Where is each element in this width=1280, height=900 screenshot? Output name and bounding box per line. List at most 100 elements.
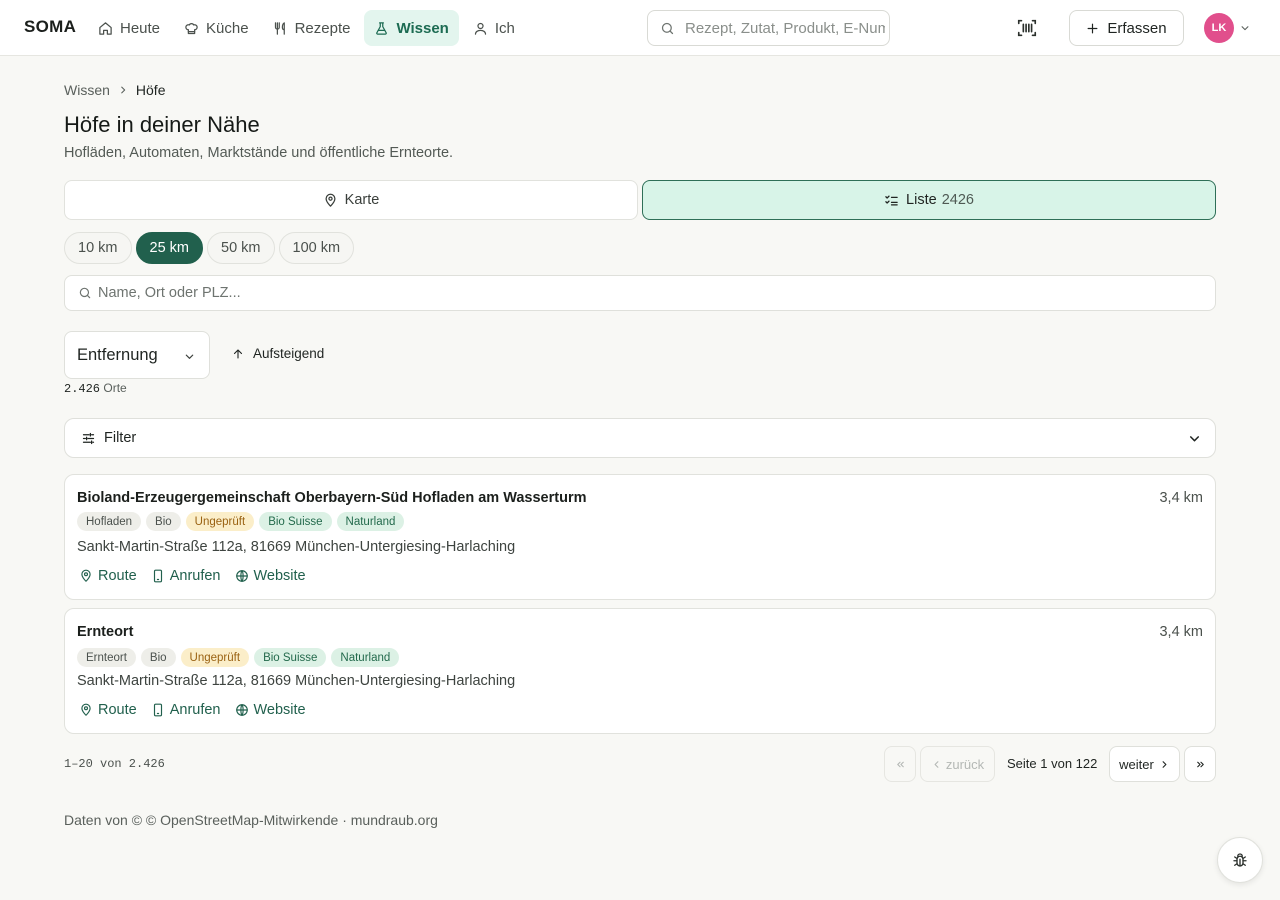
flask-icon — [374, 21, 389, 36]
home-icon — [98, 21, 113, 36]
tag: Ungeprüft — [185, 512, 255, 531]
sort-direction-button[interactable]: Aufsteigend — [232, 346, 324, 361]
breadcrumb-parent[interactable]: Wissen — [64, 82, 110, 98]
tag: Naturland — [336, 512, 405, 531]
debug-button[interactable] — [1217, 837, 1263, 883]
next-page-button[interactable]: weiter — [1109, 746, 1180, 782]
nav-item-label: Rezepte — [294, 19, 351, 37]
radius-selector: 10 km 25 km 50 km 100 km — [64, 232, 355, 264]
nav-item-rezepte[interactable]: Rezepte — [263, 10, 361, 46]
nav-item-wissen[interactable]: Wissen — [364, 10, 459, 46]
map-pin-icon — [79, 703, 93, 717]
farm-card-address: Sankt-Martin-Straße 112a, 81669 München-… — [77, 539, 516, 555]
nav-item-heute[interactable]: Heute — [88, 10, 170, 46]
tab-map-label: Karte — [344, 192, 380, 208]
page-title: Höfe in deiner Nähe — [64, 112, 260, 137]
tab-list[interactable]: Liste 2426 — [642, 180, 1216, 220]
farm-card[interactable]: Ernteort 3,4 km Ernteort Bio Ungeprüft B… — [64, 608, 1216, 734]
chevrons-right-icon — [1195, 759, 1206, 770]
chevron-right-icon — [1159, 759, 1170, 770]
prev-page-button[interactable]: zurück — [920, 746, 995, 782]
global-search-input[interactable] — [685, 19, 885, 37]
bug-icon — [1231, 851, 1249, 869]
view-toggle: Karte Liste 2426 — [64, 180, 1216, 220]
farm-card-title[interactable]: Ernteort — [77, 624, 133, 640]
sort-select[interactable]: Entfernung — [64, 331, 210, 379]
farm-card-title[interactable]: Bioland-Erzeugergemeinschaft Oberbayern-… — [77, 490, 587, 506]
chevron-down-icon — [1188, 432, 1201, 445]
first-page-button[interactable] — [884, 746, 916, 782]
chevron-down-icon[interactable] — [1240, 23, 1250, 33]
map-pin-icon — [323, 193, 338, 208]
barcode-scan-button[interactable] — [1016, 17, 1038, 39]
tag: Bio — [140, 648, 176, 667]
farm-card-actions: Route Anrufen Website — [79, 568, 306, 584]
tab-list-label: Liste — [906, 192, 937, 208]
call-label: Anrufen — [169, 568, 221, 584]
last-page-button[interactable] — [1184, 746, 1216, 782]
nav-item-label: Ich — [494, 19, 515, 37]
tag: Ungeprüft — [180, 648, 250, 667]
top-header: SOMA Heute Küche Rezepte Wissen Ich Reze… — [0, 0, 1280, 56]
radius-chip-10[interactable]: 10 km — [64, 232, 132, 264]
route-label: Route — [98, 702, 137, 718]
farm-card[interactable]: Bioland-Erzeugergemeinschaft Oberbayern-… — [64, 474, 1216, 600]
route-label: Route — [98, 568, 137, 584]
farm-search[interactable] — [64, 275, 1216, 311]
breadcrumb: Wissen Höfe — [64, 82, 165, 98]
website-link[interactable]: Website — [235, 568, 306, 584]
radius-chip-50[interactable]: 50 km — [207, 232, 275, 264]
chevron-right-icon — [118, 85, 128, 95]
website-label: Website — [253, 702, 306, 718]
capture-label: Erfassen — [1107, 19, 1167, 37]
call-link[interactable]: Anrufen — [151, 702, 221, 718]
nav-item-label: Küche — [206, 19, 249, 37]
result-count-number: 2.426 — [64, 382, 101, 396]
filter-toggle[interactable]: Filter — [64, 418, 1216, 458]
tab-map[interactable]: Karte — [64, 180, 638, 220]
phone-icon — [151, 569, 165, 583]
breadcrumb-current: Höfe — [135, 82, 166, 98]
farm-card-actions: Route Anrufen Website — [79, 702, 306, 718]
radius-chip-25[interactable]: 25 km — [135, 232, 203, 264]
call-link[interactable]: Anrufen — [151, 568, 221, 584]
phone-icon — [151, 703, 165, 717]
sort-direction-label: Aufsteigend — [253, 346, 325, 361]
nav-item-kueche[interactable]: Küche — [174, 10, 259, 46]
page-subtitle: Hofläden, Automaten, Marktstände und öff… — [64, 145, 454, 161]
user-icon — [473, 21, 488, 36]
tag: Naturland — [331, 648, 400, 667]
tag: Bio — [146, 512, 181, 531]
utensils-icon — [273, 21, 288, 36]
chevrons-left-icon — [895, 759, 906, 770]
tag: Bio Suisse — [259, 512, 332, 531]
nav-item-label: Wissen — [396, 19, 449, 37]
arrow-up-icon — [232, 348, 244, 360]
route-link[interactable]: Route — [79, 568, 137, 584]
radius-chip-100[interactable]: 100 km — [278, 232, 355, 264]
tag: Hofladen — [77, 512, 142, 531]
website-link[interactable]: Website — [235, 702, 306, 718]
search-icon — [660, 21, 675, 36]
nav-item-ich[interactable]: Ich — [463, 10, 525, 46]
next-page-label: weiter — [1119, 756, 1154, 772]
data-attribution: Daten von © © OpenStreetMap-Mitwirkende … — [64, 812, 438, 828]
tag: Ernteort — [77, 648, 136, 667]
farm-card-distance: 3,4 km — [1159, 490, 1203, 506]
sliders-icon — [81, 431, 96, 446]
pagination-info: Seite 1 von 122 — [1007, 756, 1098, 771]
route-link[interactable]: Route — [79, 702, 137, 718]
barcode-scan-icon — [1016, 17, 1038, 39]
plus-icon — [1086, 22, 1099, 35]
avatar[interactable]: LK — [1204, 13, 1234, 43]
farm-search-input[interactable] — [98, 285, 1198, 301]
farm-card-tags: Hofladen Bio Ungeprüft Bio Suisse Naturl… — [77, 512, 405, 531]
capture-button[interactable]: Erfassen — [1069, 10, 1184, 46]
filter-label: Filter — [104, 430, 137, 446]
farm-card-tags: Ernteort Bio Ungeprüft Bio Suisse Naturl… — [77, 648, 400, 667]
globe-icon — [235, 569, 249, 583]
farm-card-address: Sankt-Martin-Straße 112a, 81669 München-… — [77, 673, 516, 689]
global-search[interactable] — [647, 10, 890, 46]
prev-page-label: zurück — [945, 756, 985, 772]
app-logo[interactable]: SOMA — [24, 17, 76, 37]
